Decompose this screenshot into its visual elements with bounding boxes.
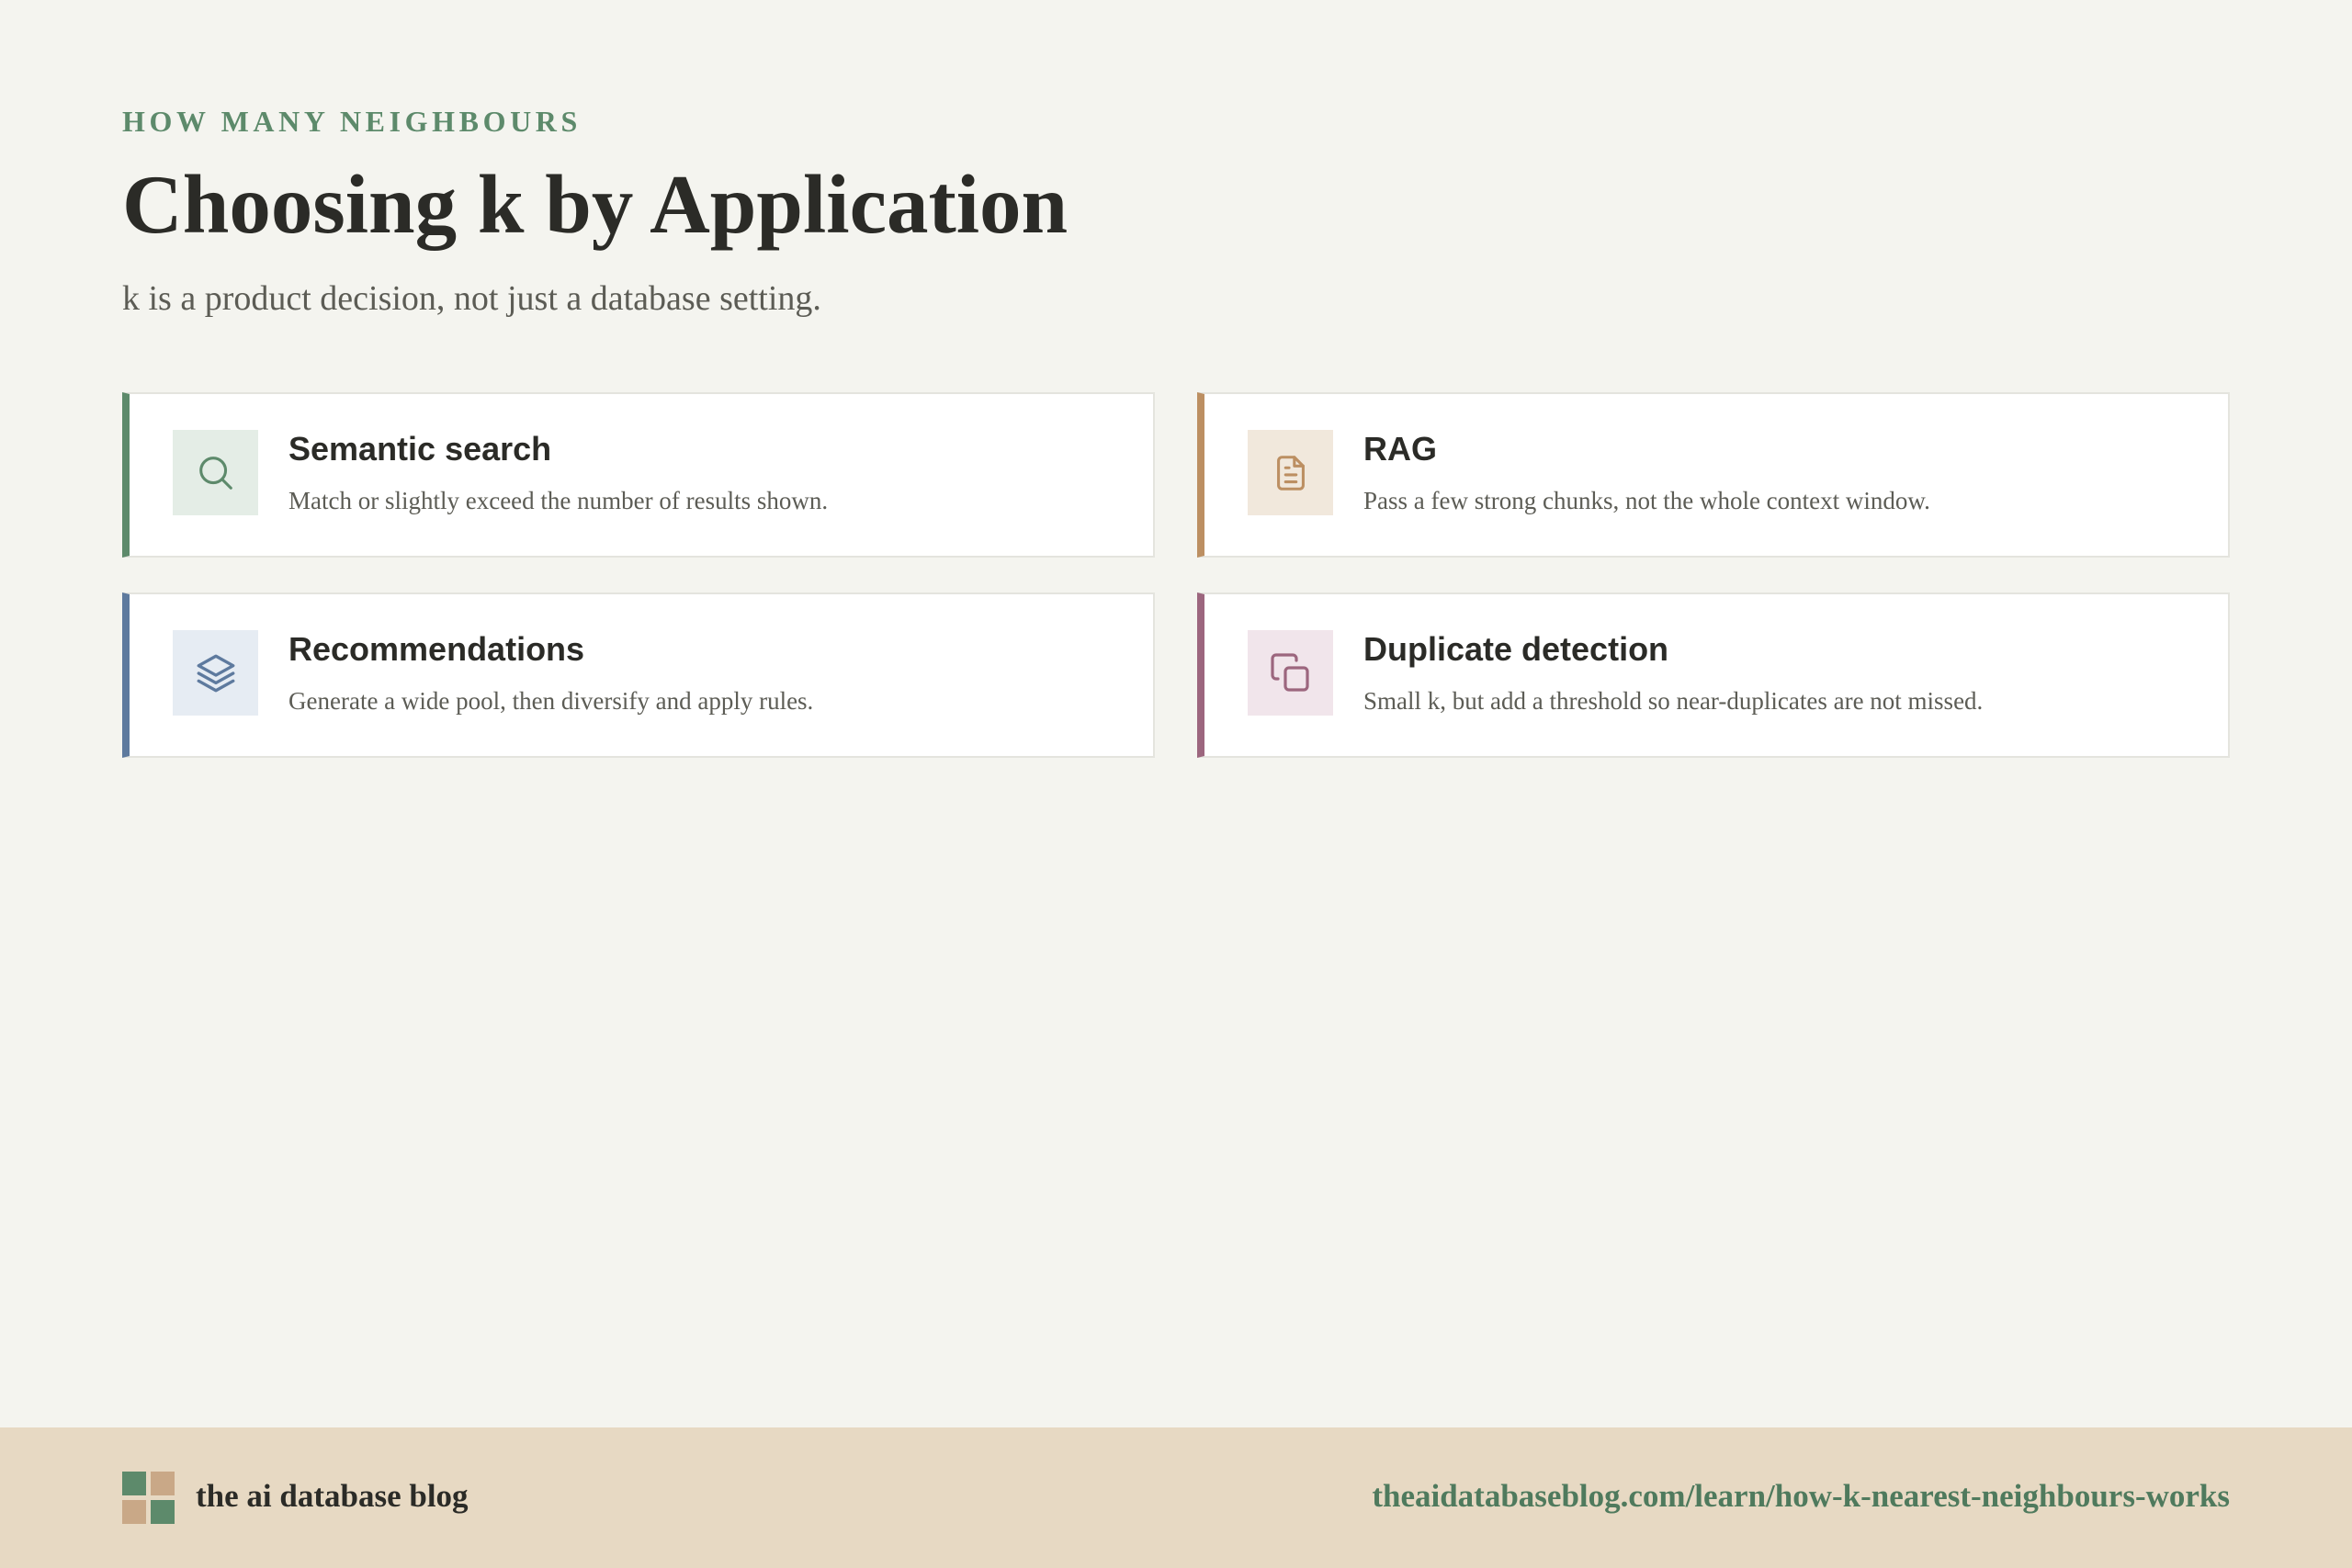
card-title: Recommendations: [288, 630, 585, 668]
page-title: Choosing k by Application: [122, 158, 1069, 251]
card-description: Generate a wide pool, then diversify and…: [288, 687, 814, 715]
layers-icon: [173, 630, 258, 716]
grid-logo-icon: [122, 1472, 175, 1524]
card-title: RAG: [1363, 430, 1437, 468]
card-semantic-search: Semantic search Match or slightly exceed…: [122, 392, 1155, 558]
eyebrow-label: HOW MANY NEIGHBOURS: [122, 105, 582, 138]
card-description: Match or slightly exceed the number of r…: [288, 487, 829, 514]
footer-url: theaidatabaseblog.com/learn/how-k-neares…: [1372, 1478, 2230, 1514]
card-recommendations: Recommendations Generate a wide pool, th…: [122, 592, 1155, 758]
footer-brand: the ai database blog: [196, 1478, 469, 1514]
footer: the ai database blog theaidatabaseblog.c…: [0, 1427, 2352, 1568]
card-description: Pass a few strong chunks, not the whole …: [1363, 487, 1930, 514]
search-icon: [173, 430, 258, 515]
card-description: Small k, but add a threshold so near-dup…: [1363, 687, 1984, 715]
card-rag: RAG Pass a few strong chunks, not the wh…: [1197, 392, 2230, 558]
card-duplicate-detection: Duplicate detection Small k, but add a t…: [1197, 592, 2230, 758]
copy-icon: [1248, 630, 1333, 716]
card-title: Semantic search: [288, 430, 552, 468]
document-icon: [1248, 430, 1333, 515]
card-title: Duplicate detection: [1363, 630, 1669, 668]
page-subtitle: k is a product decision, not just a data…: [122, 279, 821, 318]
